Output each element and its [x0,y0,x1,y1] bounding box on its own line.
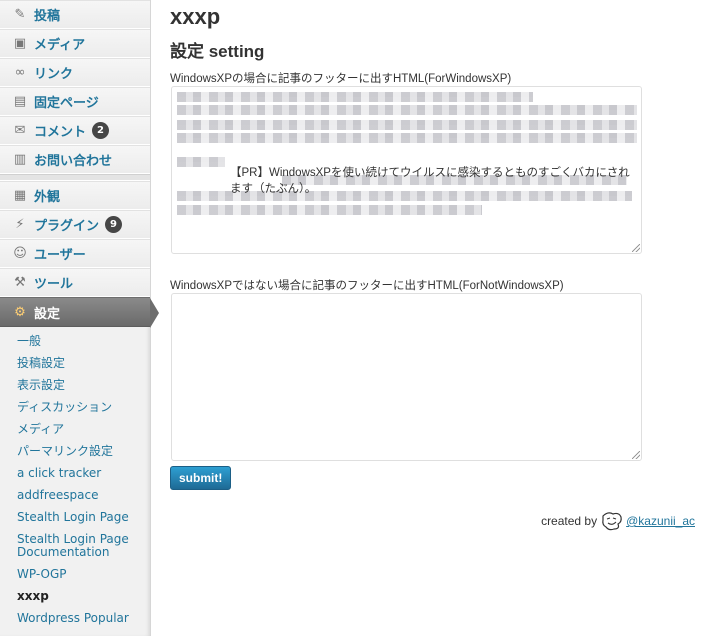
sidebar-item[interactable]: ▤ 固定ページ [0,87,150,116]
pushpin-icon: ✎ [14,7,26,22]
credit-prefix: created by [541,514,598,528]
admin-sidebar: ✎ 投稿 ▣ メディア ∞ リンク ▤ 固定ページ ✉ コメント 2 ▥ お問い合わせ ▦ 外観 ⚡ プラグイ… [0,0,159,636]
comment-icon: ✉ [14,123,26,138]
settings-submenu: 一般 投稿設定 表示設定 ディスカッション メディア パーマリンク設定 a click tr… [0,327,150,630]
submenu-item[interactable]: 投稿設定 [0,353,150,375]
sidebar-item[interactable]: ☺ ユーザー [0,239,150,268]
tools-icon: ⚒ [14,275,26,290]
submenu-item[interactable]: Stealth Login Page Documentation [0,529,150,564]
field1-visible-text: 【PR】WindowsXPを使い続けてウイルスに感染するとものすごくバカにされま… [230,167,630,195]
sidebar-item[interactable]: ✎ 投稿 [0,0,150,29]
blurred-text [177,133,637,143]
field1-label: WindowsXPの場合に記事のフッターに出すHTML(ForWindowsXP… [170,73,512,85]
blurred-text [177,92,533,102]
submenu-item[interactable]: 一般 [0,331,150,353]
credit-line: created by @kazunii_ac [541,510,695,532]
appearance-icon: ▦ [13,188,27,203]
blurred-text [177,120,637,130]
sidebar-item[interactable]: ▦ 外観 [0,181,150,210]
submit-button[interactable]: submit! [170,466,232,490]
submenu-item[interactable]: ディスカッション [0,397,150,419]
sidebar-item[interactable]: ✉ コメント 2 [0,116,150,145]
sidebar-item-label: 投稿 [34,9,61,24]
field2-label: WindowsXPではない場合に記事のフッターに出すHTML(ForNotWin… [170,280,564,292]
submenu-item[interactable]: メディア [0,419,150,441]
users-icon: ☺ [13,246,27,261]
settings-icon: ⚙ [14,304,26,320]
count-badge: 2 [92,122,110,139]
sidebar-item-label: 固定ページ [34,96,99,111]
author-avatar-icon [602,512,622,531]
sidebar-item-label: コメント [34,125,87,140]
plugin-icon: ⚡ [15,217,25,232]
field2-textarea[interactable] [171,293,642,461]
submenu-item[interactable]: xxxp [0,586,150,608]
author-link[interactable]: @kazunii_ac [626,514,695,528]
blurred-text [177,105,637,115]
page-icon: ▤ [13,94,27,109]
sidebar-item[interactable]: ⚙ 設定 [0,297,159,328]
sidebar-item[interactable]: ▥ お問い合わせ [0,145,150,174]
section-title: 設定 setting [170,42,265,61]
sidebar-item-label: お問い合わせ [34,154,113,169]
blurred-text [177,157,225,167]
current-menu-arrow [150,298,159,328]
menu-separator [0,174,150,181]
sidebar-item-label: ユーザー [34,248,86,263]
sidebar-item-label: 外観 [34,190,61,205]
submenu-item[interactable]: Stealth Login Page [0,507,150,529]
blurred-text [177,205,482,215]
sidebar-item-label: 設定 [34,306,61,322]
sidebar-item[interactable]: ⚡ プラグイン 9 [0,210,150,239]
page-title: xxxp [170,4,221,29]
submenu-item[interactable]: a click tracker [0,463,150,485]
resize-handle-icon[interactable] [632,451,640,459]
submenu-item[interactable]: Wordpress Popular [0,608,150,630]
resize-handle-icon[interactable] [632,244,640,252]
link-icon: ∞ [14,65,26,80]
submenu-item[interactable]: WP-OGP [0,564,150,586]
submenu-item[interactable]: パーマリンク設定 [0,441,150,463]
sidebar-item-label: メディア [34,38,86,53]
contact-icon: ▥ [13,152,27,167]
sidebar-item-label: プラグイン [34,219,100,234]
media-icon: ▣ [13,36,27,51]
sidebar-item-label: ツール [34,277,74,292]
count-badge: 9 [105,216,123,233]
sidebar-item[interactable]: ∞ リンク [0,58,150,87]
sidebar-item[interactable]: ▣ メディア [0,29,150,58]
sidebar-item-label: リンク [34,67,74,82]
sidebar-item[interactable]: ⚒ ツール [0,268,150,297]
submenu-item[interactable]: addfreespace [0,485,150,507]
submenu-item[interactable]: 表示設定 [0,375,150,397]
